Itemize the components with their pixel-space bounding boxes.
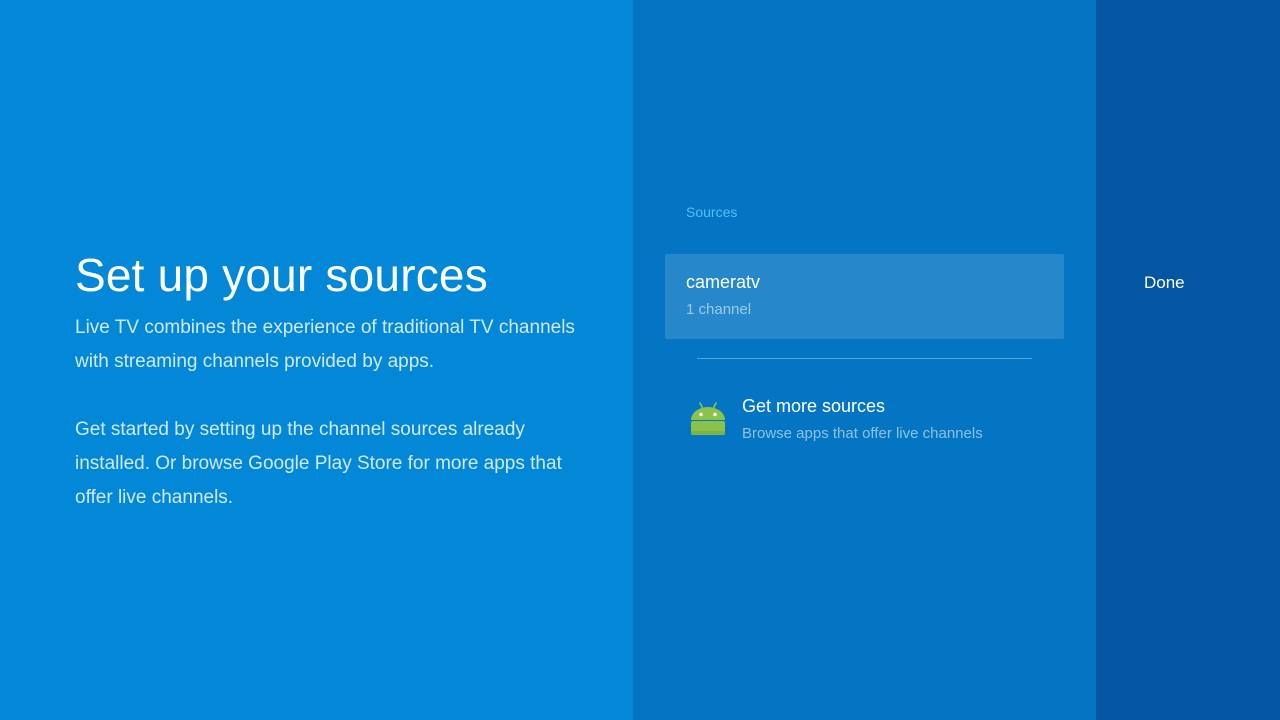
done-button[interactable]: Done bbox=[1144, 273, 1185, 293]
divider bbox=[697, 358, 1032, 359]
source-item-cameratv[interactable]: cameratv 1 channel bbox=[665, 254, 1064, 339]
sources-header: Sources bbox=[686, 204, 738, 220]
intro-paragraph-2: Get started by setting up the channel so… bbox=[75, 419, 562, 508]
sources-pane: Sources cameratv 1 channel Get more sour… bbox=[633, 0, 1096, 720]
setup-sources-screen: Set up your sources Live TV combines the… bbox=[0, 0, 1280, 720]
intro-pane: Set up your sources Live TV combines the… bbox=[0, 0, 633, 720]
intro-paragraph-1: Live TV combines the experience of tradi… bbox=[75, 317, 575, 372]
get-more-sources-title: Get more sources bbox=[742, 396, 886, 416]
get-more-sources-subtitle: Browse apps that offer live channels bbox=[742, 425, 983, 442]
source-channel-count: 1 channel bbox=[686, 301, 752, 318]
android-icon bbox=[689, 400, 727, 440]
actions-pane: Done bbox=[1096, 0, 1280, 720]
page-title: Set up your sources bbox=[75, 249, 488, 301]
get-more-sources-item[interactable]: Get more sources Browse apps that offer … bbox=[686, 392, 1056, 452]
source-name: cameratv bbox=[686, 272, 761, 292]
